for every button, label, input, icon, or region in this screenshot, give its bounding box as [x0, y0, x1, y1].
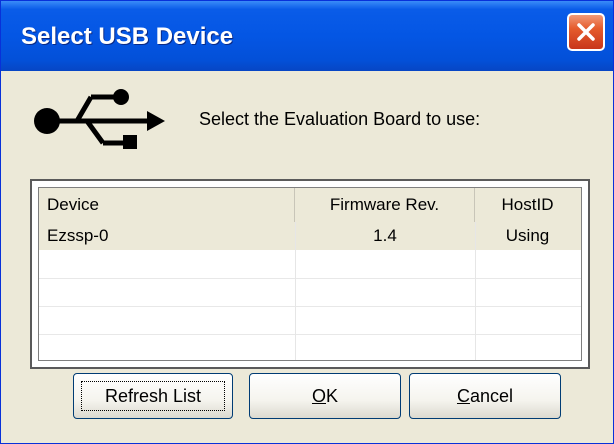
list-header: Device Firmware Rev. HostID	[39, 188, 581, 223]
column-divider	[295, 222, 296, 360]
column-header-firmware-rev[interactable]: Firmware Rev.	[295, 188, 475, 222]
hostid-cell: Using	[505, 226, 550, 245]
device-list-frame: Device Firmware Rev. HostID Ezssp-0 1.4 …	[30, 179, 590, 369]
usb-icon	[34, 89, 165, 149]
column-header-device[interactable]: Device	[39, 188, 295, 222]
ok-label-rest: K	[326, 386, 339, 406]
table-row[interactable]: Ezssp-0 1.4 Using	[39, 222, 581, 250]
instruction-text: Select the Evaluation Board to use:	[199, 109, 481, 129]
device-list[interactable]: Device Firmware Rev. HostID Ezssp-0 1.4 …	[38, 187, 582, 361]
cancel-label-rest: ancel	[469, 386, 514, 406]
ok-mnemonic: O	[311, 386, 326, 406]
select-usb-device-dialog: Select USB Device Select the Evaluation …	[0, 0, 614, 444]
empty-row	[39, 334, 581, 354]
close-icon	[577, 23, 595, 41]
empty-row	[39, 250, 581, 279]
dialog-body: Select the Evaluation Board to use: Devi…	[5, 71, 609, 439]
close-button[interactable]	[567, 13, 605, 51]
firmware-cell: 1.4	[373, 226, 397, 245]
empty-row	[39, 278, 581, 307]
title-bar[interactable]: Select USB Device	[1, 1, 613, 71]
window-title: Select USB Device	[21, 23, 234, 50]
cancel-mnemonic: C	[456, 386, 470, 406]
refresh-list-button[interactable]: Refresh List	[73, 373, 233, 419]
device-cell: Ezssp-0	[47, 226, 109, 245]
empty-row	[39, 306, 581, 335]
column-divider	[475, 222, 476, 360]
column-header-hostid[interactable]: HostID	[475, 188, 580, 222]
cancel-button[interactable]: Cancel	[409, 373, 561, 419]
focus-rectangle	[81, 381, 225, 411]
ok-button[interactable]: OK	[249, 373, 401, 419]
